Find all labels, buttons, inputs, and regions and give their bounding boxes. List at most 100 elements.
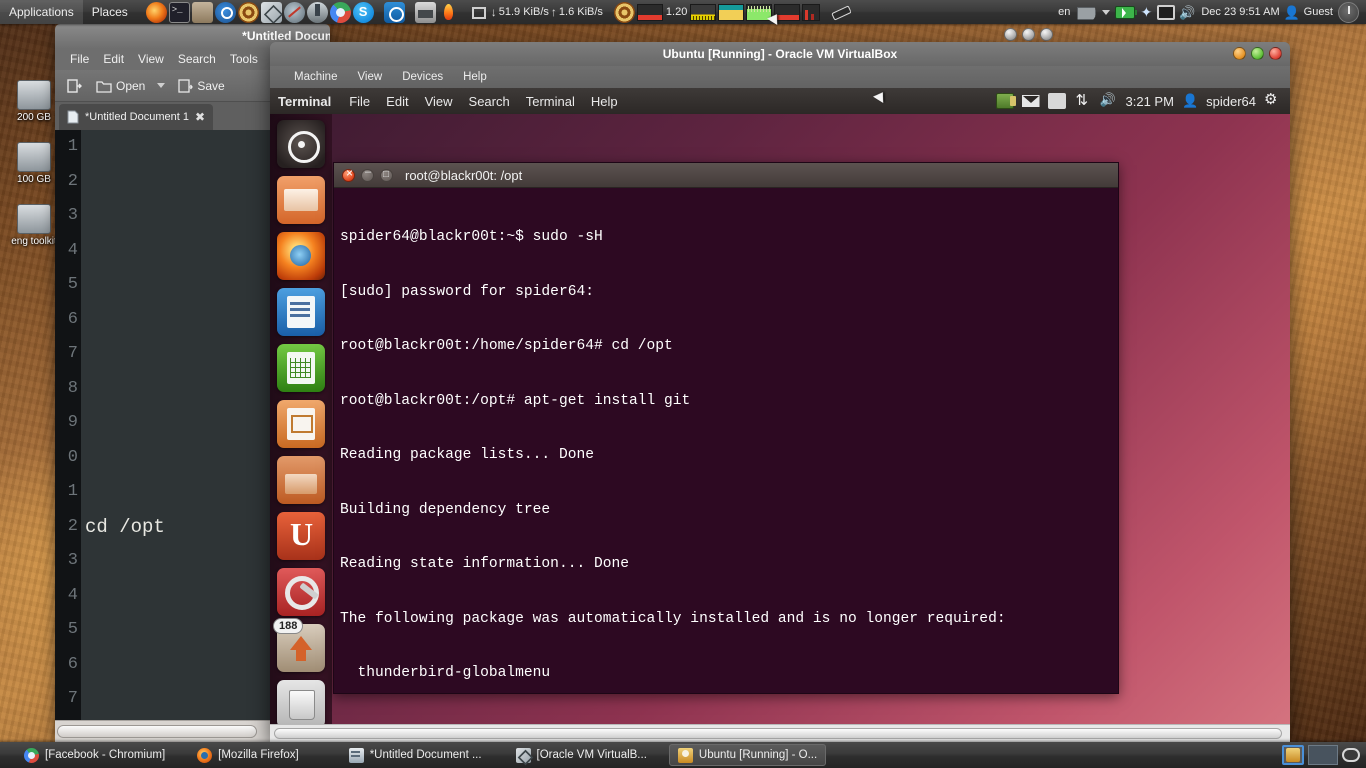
color-blob-icon[interactable]: [613, 1, 635, 23]
launcher-item-ubuntu-one[interactable]: [277, 512, 325, 560]
virtualbox-window[interactable]: Ubuntu [Running] - Oracle VM VirtualBox …: [270, 42, 1290, 742]
cpu-graph-icon[interactable]: [636, 3, 663, 21]
teamviewer-icon[interactable]: [383, 1, 405, 23]
usb-icon[interactable]: [830, 2, 851, 23]
deny-icon[interactable]: [283, 1, 305, 23]
virtualbox-horizontal-scrollbar[interactable]: [270, 724, 1290, 742]
terminal-icon[interactable]: [168, 1, 190, 23]
battery-icon[interactable]: [1047, 93, 1066, 109]
memory-graph-icon[interactable]: [690, 3, 717, 21]
keyboard-layout-label[interactable]: en: [1058, 6, 1070, 18]
gedit-tab-label: *Untitled Document 1: [85, 111, 189, 123]
guest-menu-terminal[interactable]: Terminal: [518, 94, 583, 109]
firefox-icon[interactable]: [145, 1, 167, 23]
user-label[interactable]: Guest: [1304, 6, 1333, 18]
line-number: 4: [67, 585, 78, 605]
open-dropdown-icon[interactable]: [157, 83, 166, 88]
vbox-menu-help[interactable]: Help: [453, 71, 497, 83]
save-button[interactable]: Save: [172, 75, 229, 97]
bluetooth-icon[interactable]: ✦: [1137, 2, 1155, 23]
gedit-tab-untitled-1[interactable]: *Untitled Document 1 ✖: [59, 104, 214, 130]
maximize-button[interactable]: [380, 168, 393, 182]
taskbar-item-chromium[interactable]: [Facebook - Chromium]: [16, 744, 173, 766]
load-graph-icon[interactable]: [802, 3, 821, 21]
taskbar-item-firefox[interactable]: [Mozilla Firefox]: [189, 744, 307, 766]
launcher-item-libreoffice-calc[interactable]: [277, 344, 325, 392]
taskbar-item-ubuntu-running[interactable]: Ubuntu [Running] - O...: [668, 744, 827, 766]
launcher-item-trash[interactable]: [277, 680, 325, 724]
skype-icon[interactable]: [352, 1, 374, 23]
close-button[interactable]: [342, 167, 355, 182]
gedit-menu-tools[interactable]: Tools: [223, 52, 265, 66]
gedit-menu-search[interactable]: Search: [171, 52, 223, 66]
chromium-icon[interactable]: [329, 1, 351, 23]
launcher-item-libreoffice-writer[interactable]: [277, 288, 325, 336]
workspace-selector[interactable]: [1282, 745, 1304, 765]
menu-applications[interactable]: Applications: [0, 0, 83, 24]
vbox-menu-machine[interactable]: Machine: [284, 71, 347, 83]
minimize-button[interactable]: [1004, 28, 1017, 41]
minimize-button[interactable]: [1233, 47, 1246, 60]
chevron-down-icon[interactable]: [1102, 9, 1111, 15]
search-icon[interactable]: [214, 1, 236, 23]
ship-icon[interactable]: [306, 1, 328, 23]
guest-menu-search[interactable]: Search: [461, 94, 518, 109]
guest-user-label[interactable]: spider64: [1206, 94, 1256, 109]
flame-icon[interactable]: [438, 2, 459, 23]
guest-menu-view[interactable]: View: [417, 94, 461, 109]
virtualbox-titlebar[interactable]: Ubuntu [Running] - Oracle VM VirtualBox: [270, 42, 1290, 66]
gear-icon[interactable]: [1264, 90, 1282, 109]
clock-label[interactable]: Dec 23 9:51 AM: [1201, 6, 1279, 18]
launcher-item-system-settings[interactable]: [277, 568, 325, 616]
lock-icon[interactable]: [995, 93, 1016, 109]
volume-icon[interactable]: 🔊: [1177, 2, 1197, 23]
launcher-item-files[interactable]: [277, 176, 325, 224]
guest-screen[interactable]: Terminal File Edit View Search Terminal …: [270, 88, 1290, 724]
swap-graph-icon[interactable]: [718, 3, 745, 21]
drive-icon: [17, 80, 51, 110]
mouse-icon[interactable]: [1342, 748, 1360, 762]
gedit-menu-edit[interactable]: Edit: [96, 52, 131, 66]
network-monitor-icon[interactable]: [469, 2, 490, 23]
battery-icon[interactable]: [1115, 5, 1138, 19]
virtualbox-icon[interactable]: [260, 1, 282, 23]
maximize-button[interactable]: [1022, 28, 1035, 41]
launcher-item-libreoffice-impress[interactable]: [277, 400, 325, 448]
taskbar-item-virtualbox-manager[interactable]: [Oracle VM VirtualB...: [508, 744, 655, 766]
terminal-output[interactable]: spider64@blackr00t:~$ sudo -sH [sudo] pa…: [334, 188, 1118, 693]
maximize-button[interactable]: [1251, 47, 1264, 60]
close-button[interactable]: [1040, 28, 1053, 41]
menu-places[interactable]: Places: [83, 0, 137, 24]
updates-icon[interactable]: [1074, 91, 1092, 109]
gedit-menu-file[interactable]: File: [63, 52, 96, 66]
terminal-window[interactable]: root@blackr00t: /opt spider64@blackr00t:…: [333, 162, 1119, 694]
terminal-titlebar[interactable]: root@blackr00t: /opt: [334, 163, 1118, 188]
gedit-menu-view[interactable]: View: [131, 52, 171, 66]
target-icon[interactable]: [237, 1, 259, 23]
launcher-item-ubuntu-dash[interactable]: [277, 120, 325, 168]
launcher-item-ubuntu-software-center[interactable]: [277, 456, 325, 504]
vbox-menu-view[interactable]: View: [347, 71, 392, 83]
power-icon[interactable]: [1338, 1, 1359, 23]
launcher-item-update-manager[interactable]: 188: [273, 618, 325, 672]
new-document-button[interactable]: [61, 75, 87, 97]
close-icon[interactable]: ✖: [195, 110, 205, 124]
guest-clock-label[interactable]: 3:21 PM: [1126, 94, 1174, 109]
volume-icon[interactable]: [1100, 92, 1118, 109]
files-icon[interactable]: [191, 1, 213, 23]
pager[interactable]: [1308, 745, 1338, 765]
launcher-item-firefox[interactable]: [277, 232, 325, 280]
guest-menu-file[interactable]: File: [341, 94, 378, 109]
close-button[interactable]: [1269, 47, 1282, 60]
terminal-title: root@blackr00t: /opt: [405, 167, 523, 183]
minimize-button[interactable]: [361, 166, 374, 182]
vbox-menu-devices[interactable]: Devices: [392, 71, 453, 83]
mail-icon[interactable]: [1075, 2, 1097, 23]
printer-icon[interactable]: [414, 1, 436, 23]
guest-menu-help[interactable]: Help: [583, 94, 626, 109]
screen-icon[interactable]: [1157, 4, 1176, 20]
guest-menu-edit[interactable]: Edit: [378, 94, 416, 109]
open-button[interactable]: Open: [91, 75, 150, 97]
mail-icon[interactable]: [1022, 93, 1040, 109]
taskbar-item-gedit[interactable]: *Untitled Document ...: [341, 744, 490, 766]
